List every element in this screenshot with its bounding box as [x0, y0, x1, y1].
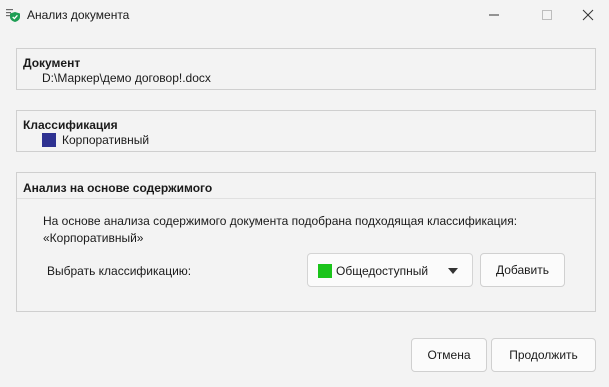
analysis-text-line-2: «Корпоративный»: [43, 231, 144, 245]
maximize-button[interactable]: [524, 0, 570, 30]
close-icon: [582, 9, 594, 21]
continue-button[interactable]: Продолжить: [491, 338, 596, 372]
select-classification-label: Выбрать классификацию:: [47, 264, 192, 278]
document-path: D:\Маркер\демо договор!.docx: [42, 71, 211, 85]
analysis-text-line-1: На основе анализа содержимого документа …: [43, 214, 518, 228]
classification-group-title: Классификация: [23, 118, 118, 132]
document-group: Документ D:\Маркер\демо договор!.docx: [16, 48, 596, 90]
add-button[interactable]: Добавить: [480, 253, 565, 287]
classification-color-swatch: [42, 133, 56, 147]
classification-group: Классификация Корпоративный: [16, 110, 596, 152]
window-title: Анализ документа: [27, 8, 130, 22]
analysis-group-title: Анализ на основе содержимого: [23, 181, 213, 195]
content-analysis-group: Анализ на основе содержимого На основе а…: [16, 172, 596, 312]
classification-label: Корпоративный: [62, 133, 150, 147]
minimize-button[interactable]: [471, 0, 517, 30]
minimize-icon: [489, 14, 499, 16]
classification-dropdown[interactable]: Общедоступный: [307, 253, 473, 287]
document-shield-icon: [5, 7, 21, 23]
dropdown-selected-value: Общедоступный: [336, 264, 429, 278]
analysis-header: Анализ на основе содержимого: [17, 173, 595, 199]
dropdown-color-swatch: [318, 264, 332, 278]
cancel-button[interactable]: Отмена: [411, 338, 487, 372]
caret-down-icon: [448, 268, 458, 274]
document-group-title: Документ: [23, 56, 81, 70]
maximize-icon: [542, 10, 552, 20]
title-bar: Анализ документа: [0, 0, 609, 30]
close-button[interactable]: [565, 0, 609, 30]
analysis-result-text: На основе анализа содержимого документа …: [43, 213, 563, 247]
